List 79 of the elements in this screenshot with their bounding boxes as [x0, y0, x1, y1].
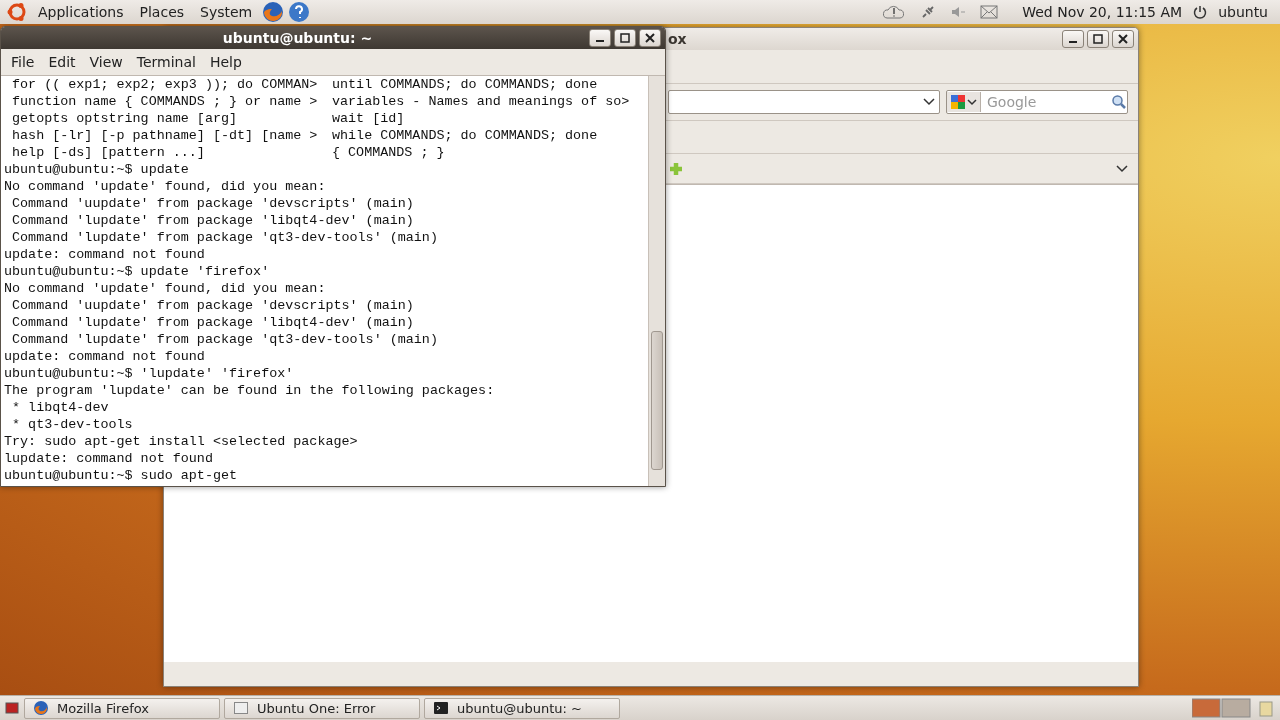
speaker-icon	[950, 4, 967, 20]
power-icon	[1192, 4, 1209, 20]
terminal-line: Command 'lupdate' from package 'libqt4-dev' (main)	[11, 212, 414, 229]
globe-icon	[262, 1, 285, 23]
maximize-button[interactable]	[1087, 30, 1109, 48]
search-field[interactable]: Google	[946, 90, 1128, 114]
clock[interactable]: Wed Nov 20, 11:15 AM	[1016, 4, 1189, 20]
menu-item[interactable]: Terminal	[130, 54, 202, 70]
chevron-down-icon	[1116, 164, 1128, 173]
trash-icon	[1256, 698, 1276, 718]
terminal-line: * qt3-dev-tools	[11, 416, 133, 433]
minimize-icon	[1068, 40, 1078, 44]
terminal-line: Command 'lupdate' from package 'qt3-dev-tools' (main)	[11, 331, 438, 348]
terminal-line: update: command not found	[4, 246, 205, 263]
terminal-line: Command 'lupdate' from package 'qt3-dev-tools' (main)	[11, 229, 438, 246]
ubuntu-logo-icon	[6, 1, 28, 23]
address-field[interactable]	[668, 90, 940, 114]
maximize-icon	[1093, 34, 1103, 44]
envelope-icon	[980, 5, 999, 19]
menu-item[interactable]: Edit	[42, 54, 82, 70]
terminal-line: lupdate: command not found	[4, 450, 213, 467]
terminal-line: function name { COMMANDS ; } or name >	[11, 93, 319, 110]
help-icon	[288, 1, 311, 23]
taskbar-button[interactable]: Ubuntu One: Error	[224, 697, 420, 719]
menu-item[interactable]: View	[83, 54, 129, 70]
terminal-icon	[433, 700, 449, 716]
terminal-line: ubuntu@ubuntu:~$ update	[4, 161, 189, 178]
terminal-line: No command 'update' found, did you mean:	[4, 178, 326, 195]
terminal-line: while COMMANDS; do COMMANDS; done	[332, 127, 598, 144]
maximize-icon	[620, 33, 630, 43]
user-menu[interactable]: ubuntu	[1212, 4, 1274, 20]
close-icon	[1118, 34, 1128, 44]
minimize-button[interactable]	[1062, 30, 1084, 48]
terminal-line: help [-ds] [pattern ...]	[11, 144, 206, 161]
window-icon	[233, 700, 249, 716]
search-engine-button[interactable]	[947, 92, 981, 112]
cloud-alert-icon	[882, 3, 907, 21]
terminal-line: ubuntu@ubuntu:~$ sudo apt-get	[4, 467, 238, 484]
minimize-button[interactable]	[589, 29, 611, 47]
terminal-line: for (( exp1; exp2; exp3 )); do COMMAN>	[11, 76, 319, 93]
terminal-line: update: command not found	[4, 348, 205, 365]
search-icon	[1111, 94, 1127, 110]
terminal-line: ubuntu@ubuntu:~$ update 'firefox'	[4, 263, 270, 280]
plug-icon	[920, 4, 937, 20]
terminal-line: variables - Names and meanings of so>	[332, 93, 630, 110]
terminal-line: Try: sudo apt-get install <selected package>	[4, 433, 358, 450]
terminal-line: Command 'uupdate' from package 'devscripts' (main)	[11, 195, 414, 212]
chevron-down-icon	[923, 98, 935, 106]
panel-menu[interactable]: System	[194, 4, 259, 20]
terminal-line: The program 'lupdate' can be found in the following packages:	[4, 382, 495, 399]
terminal-line: Command 'lupdate' from package 'libqt4-dev' (main)	[11, 314, 414, 331]
minimize-icon	[595, 39, 605, 43]
terminal-line: { COMMANDS ; }	[332, 144, 445, 161]
desktop-icon	[4, 700, 20, 716]
terminal-line: Command 'uupdate' from package 'devscripts' (main)	[11, 297, 414, 314]
close-icon	[645, 33, 655, 43]
terminal-line: until COMMANDS; do COMMANDS; done	[332, 76, 598, 93]
chevron-down-icon	[967, 98, 977, 106]
terminal-line: ubuntu@ubuntu:~$ 'lupdate' 'firefox'	[4, 365, 294, 382]
window-title: ubuntu@ubuntu: ~	[222, 30, 373, 46]
engine-logo-icon	[950, 94, 966, 110]
window-title: ox	[668, 31, 687, 47]
taskbar-button[interactable]: ubuntu@ubuntu: ~	[424, 697, 620, 719]
terminal-line: hash [-lr] [-p pathname] [-dt] [name >	[11, 127, 319, 144]
maximize-button[interactable]	[614, 29, 636, 47]
panel-menu[interactable]: Places	[133, 4, 191, 20]
terminal-line: No command 'update' found, did you mean:	[4, 280, 326, 297]
terminal-line: * libqt4-dev	[11, 399, 109, 416]
terminal-line: wait [id]	[332, 110, 405, 127]
close-button[interactable]	[1112, 30, 1134, 48]
scrollbar[interactable]	[648, 76, 665, 486]
menu-item[interactable]: File	[5, 54, 41, 70]
plus-icon	[668, 160, 684, 177]
close-button[interactable]	[639, 29, 661, 47]
terminal-line: getopts optstring name [arg]	[11, 110, 239, 127]
menu-item[interactable]: Help	[203, 54, 248, 70]
panel-menu[interactable]: Applications	[32, 4, 130, 20]
taskbar-button[interactable]: Mozilla Firefox	[24, 697, 220, 719]
globe-icon	[33, 700, 49, 716]
